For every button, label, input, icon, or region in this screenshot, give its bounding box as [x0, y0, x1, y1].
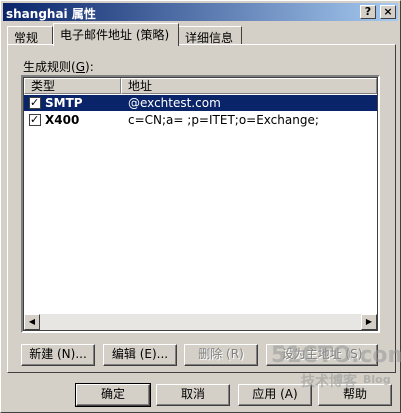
properties-dialog: shanghai 属性 ? × 常规 电子邮件地址 (策略) 详细信息 生成规则…: [0, 0, 401, 413]
title-bar[interactable]: shanghai 属性 ? ×: [3, 3, 398, 21]
cancel-button[interactable]: 取消: [156, 384, 230, 406]
generation-rules-label: 生成规则(G):: [23, 60, 94, 74]
table-row[interactable]: X400 c=CN;a= ;p=ITET;o=Exchange;: [24, 112, 377, 128]
horizontal-scrollbar[interactable]: ◀ ▶: [24, 314, 377, 330]
new-button[interactable]: 新建 (N)...: [21, 344, 95, 366]
scroll-left-icon[interactable]: ◀: [24, 314, 40, 330]
watermark-blog: 技术博客: [301, 374, 357, 390]
type-cell: SMTP: [45, 96, 83, 110]
tab-email-addresses[interactable]: 电子邮件地址 (策略): [53, 23, 179, 46]
remove-button[interactable]: 删除 (R): [184, 344, 258, 366]
tab-details[interactable]: 详细信息: [178, 26, 242, 46]
column-header-type[interactable]: 类型: [24, 78, 121, 94]
close-button[interactable]: ×: [380, 5, 396, 19]
type-cell: X400: [45, 113, 80, 127]
row-checkbox[interactable]: [29, 112, 41, 128]
row-checkbox[interactable]: [29, 95, 41, 111]
help-title-button[interactable]: ?: [360, 5, 376, 19]
address-cell: @exchtest.com: [128, 96, 221, 110]
window-title: shanghai 属性: [6, 7, 96, 21]
watermark-blog-en: Blog: [363, 373, 391, 386]
edit-button[interactable]: 编辑 (E)...: [103, 344, 177, 366]
address-list[interactable]: 类型 地址 SMTP @exchtest.com X400 c=CN;a= ;p…: [21, 75, 380, 333]
scroll-right-icon[interactable]: ▶: [361, 314, 377, 330]
ok-button[interactable]: 确定: [75, 383, 151, 407]
address-cell: c=CN;a= ;p=ITET;o=Exchange;: [128, 113, 319, 127]
watermark-site: 51CTO.com: [271, 343, 401, 368]
table-row[interactable]: SMTP @exchtest.com: [24, 95, 377, 111]
column-header-address[interactable]: 地址: [121, 78, 377, 94]
tab-general[interactable]: 常规: [7, 26, 53, 46]
